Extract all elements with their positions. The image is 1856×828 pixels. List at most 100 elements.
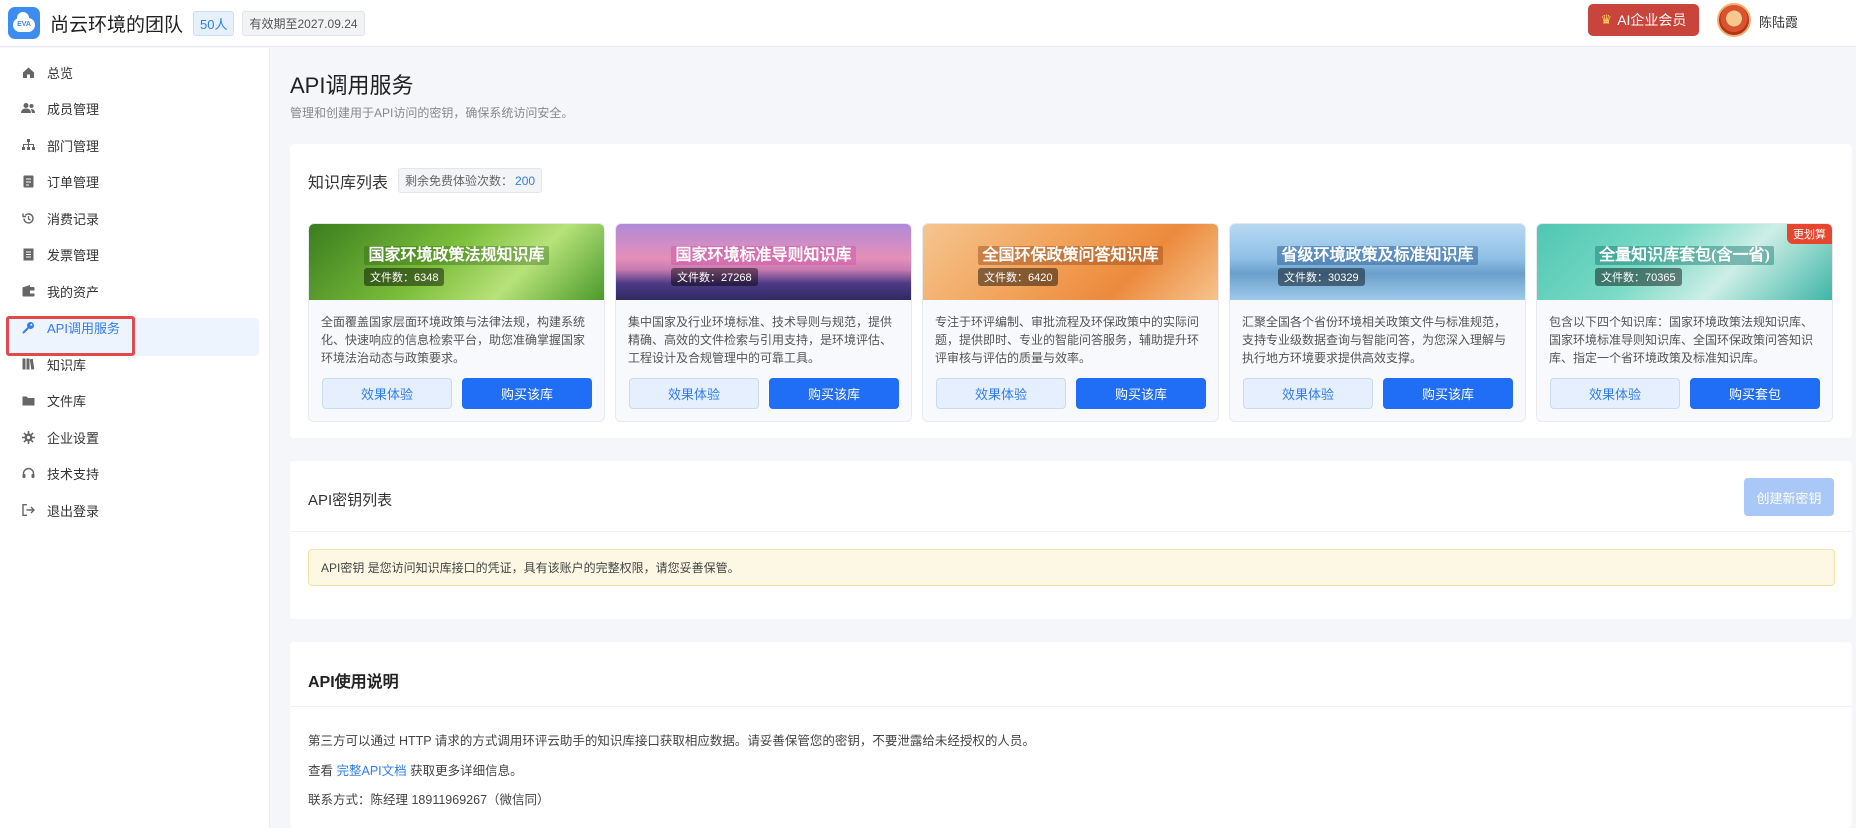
sidebar-item-label: 订单管理 — [47, 174, 100, 190]
kb-card-banner: 国家环境标准导则知识库 文件数：27268 — [616, 224, 911, 300]
kb-card-file-count: 文件数：70365 — [1595, 268, 1682, 286]
trial-count-badge: 剩余免费体验次数： 200 — [398, 168, 543, 193]
headset-icon — [21, 466, 35, 480]
doc-suffix: 获取更多详细信息。 — [406, 764, 523, 778]
kb-card-national-policy: 国家环境政策法规知识库 文件数：6348 全面覆盖国家层面环境政策与法律法规，构… — [308, 223, 605, 422]
sidebar-item-label: 知识库 — [47, 357, 87, 373]
top-header: EVA 尚云环境的团队 50人 有效期至2027.09.24 — [0, 0, 1856, 47]
ai-vip-button[interactable]: ♛ AI企业会员 — [1588, 4, 1699, 36]
history-icon — [21, 211, 35, 225]
page-title: API调用服务 — [290, 73, 414, 98]
kb-card-title-text: 国家环境标准导则知识库 — [671, 246, 856, 265]
kb-card-title-text: 全量知识库套包(含一省) — [1595, 246, 1774, 265]
buy-button[interactable]: 购买该库 — [462, 378, 592, 409]
kb-card-title: 全量知识库套包(含一省) — [1537, 241, 1832, 265]
buy-button[interactable]: 购买该库 — [769, 378, 899, 409]
kb-card-file-count: 文件数：30329 — [1278, 268, 1365, 286]
app-logo[interactable]: EVA — [8, 7, 40, 39]
buy-button[interactable]: 购买该库 — [1383, 378, 1513, 409]
sidebar-item-knowledge[interactable]: 知识库 — [0, 345, 270, 383]
sidebar-item-overview[interactable]: 总览 — [0, 53, 270, 91]
usage-doc-line: 查看 完整API文档 获取更多详细信息。 — [308, 760, 523, 779]
kb-card-file-count: 文件数：6348 — [364, 268, 445, 286]
usage-description: 第三方可以通过 HTTP 请求的方式调用环评云助手的知识库接口获取相应数据。请妥… — [308, 734, 1035, 748]
kb-card-title: 国家环境政策法规知识库 — [309, 241, 604, 265]
book-icon — [21, 357, 35, 371]
kb-card-file-count: 文件数：6420 — [978, 268, 1059, 286]
api-keys-title: API密钥列表 — [308, 492, 393, 509]
kb-card-title-text: 全国环保政策问答知识库 — [978, 246, 1163, 265]
buy-button[interactable]: 购买该库 — [1076, 378, 1206, 409]
page-subtitle: 管理和创建用于API访问的密钥，确保系统访问安全。 — [290, 106, 574, 120]
gear-icon — [21, 430, 35, 444]
create-key-button[interactable]: 创建新密钥 — [1744, 478, 1834, 516]
knowledge-list-title: 知识库列表 — [308, 174, 389, 192]
try-button[interactable]: 效果体验 — [322, 378, 452, 409]
kb-card-banner: 国家环境政策法规知识库 文件数：6348 — [309, 224, 604, 300]
sidebar-item-departments[interactable]: 部门管理 — [0, 126, 270, 164]
sidebar-item-logout[interactable]: 退出登录 — [0, 491, 270, 529]
sidebar-item-label: 发票管理 — [47, 247, 100, 263]
logo-text: EVA — [17, 21, 31, 28]
user-name[interactable]: 陈陆霞 — [1759, 12, 1798, 31]
kb-card-full-bundle: 全量知识库套包(含一省) 文件数：70365 更划算 包含以下四个知识库：国家环… — [1536, 223, 1833, 422]
sidebar-item-files[interactable]: 文件库 — [0, 381, 270, 419]
sidebar-item-label: 技术支持 — [47, 466, 100, 482]
sidebar-item-label: 退出登录 — [47, 503, 100, 519]
api-keys-panel: API密钥列表 创建新密钥 API密钥 是您访问知识库接口的凭证，具有该账户的完… — [290, 461, 1852, 619]
kb-card-provincial: 省级环境政策及标准知识库 文件数：30329 汇聚全国各个省份环境相关政策文件与… — [1229, 223, 1526, 422]
sidebar-item-members[interactable]: 成员管理 — [0, 89, 270, 127]
users-icon — [21, 101, 35, 115]
vip-label: AI企业会员 — [1617, 12, 1687, 28]
key-icon — [21, 320, 35, 334]
logout-icon — [21, 503, 35, 517]
api-doc-link[interactable]: 完整API文档 — [336, 764, 406, 778]
try-button[interactable]: 效果体验 — [1550, 378, 1680, 409]
team-name: 尚云环境的团队 — [50, 14, 184, 36]
sidebar: 总览 成员管理 部门管理 订单管理 消费记录 发票管理 我的资产 API调用服务… — [0, 48, 270, 828]
kb-card-description: 包含以下四个知识库：国家环境政策法规知识库、国家环境标准导则知识库、全国环保政策… — [1549, 315, 1814, 365]
try-button[interactable]: 效果体验 — [629, 378, 759, 409]
kb-card-national-standards: 国家环境标准导则知识库 文件数：27268 集中国家及行业环境标准、技术导则与规… — [615, 223, 912, 422]
wallet-icon — [21, 284, 35, 298]
kb-card-title: 全国环保政策问答知识库 — [923, 241, 1218, 265]
trial-label: 剩余免费体验次数： — [405, 174, 514, 188]
api-key-warning: API密钥 是您访问知识库接口的凭证，具有该账户的完整权限，请您妥善保管。 — [308, 549, 1835, 586]
sidebar-item-label: 企业设置 — [47, 430, 100, 446]
order-icon — [21, 174, 35, 188]
doc-prefix: 查看 — [308, 764, 337, 778]
sidebar-item-invoices[interactable]: 发票管理 — [0, 235, 270, 273]
kb-card-banner: 省级环境政策及标准知识库 文件数：30329 — [1230, 224, 1525, 300]
crown-icon: ♛ — [1600, 12, 1613, 27]
buy-bundle-button[interactable]: 购买套包 — [1690, 378, 1820, 409]
folder-icon — [21, 393, 35, 407]
kb-card-description: 专注于环评编制、审批流程及环保政策中的实际问题，提供即时、专业的智能问答服务，辅… — [935, 315, 1200, 365]
sidebar-item-assets[interactable]: 我的资产 — [0, 272, 270, 310]
sidebar-item-orders[interactable]: 订单管理 — [0, 162, 270, 200]
kb-card-banner: 全国环保政策问答知识库 文件数：6420 — [923, 224, 1218, 300]
sidebar-item-api-service[interactable]: API调用服务 — [0, 308, 270, 346]
sidebar-item-label: API调用服务 — [47, 320, 120, 336]
sidebar-item-label: 我的资产 — [47, 284, 100, 300]
avatar[interactable] — [1717, 3, 1751, 37]
home-icon — [21, 65, 35, 79]
divider — [290, 531, 1852, 532]
sidebar-item-settings[interactable]: 企业设置 — [0, 418, 270, 456]
sidebar-item-label: 文件库 — [47, 393, 87, 409]
cloud-icon: EVA — [13, 12, 35, 32]
expiry-badge: 有效期至2027.09.24 — [242, 10, 365, 36]
api-usage-panel: API使用说明 第三方可以通过 HTTP 请求的方式调用环评云助手的知识库接口获… — [290, 642, 1852, 828]
kb-card-policy-qa: 全国环保政策问答知识库 文件数：6420 专注于环评编制、审批流程及环保政策中的… — [922, 223, 1219, 422]
sidebar-item-consumption[interactable]: 消费记录 — [0, 199, 270, 237]
try-button[interactable]: 效果体验 — [1243, 378, 1373, 409]
kb-card-title-text: 省级环境政策及标准知识库 — [1277, 246, 1478, 265]
kb-card-banner: 全量知识库套包(含一省) 文件数：70365 更划算 — [1537, 224, 1832, 300]
trial-count: 200 — [515, 174, 536, 188]
knowledge-list-panel: 知识库列表 剩余免费体验次数： 200 国家环境政策法规知识库 文件数：6348 … — [290, 144, 1852, 438]
org-icon — [21, 138, 35, 152]
sidebar-item-support[interactable]: 技术支持 — [0, 454, 270, 492]
kb-card-title-text: 国家环境政策法规知识库 — [364, 246, 549, 265]
try-button[interactable]: 效果体验 — [936, 378, 1066, 409]
kb-card-description: 汇聚全国各个省份环境相关政策文件与标准规范，支持专业级数据查询与智能问答，为您深… — [1242, 315, 1507, 365]
sidebar-item-label: 总览 — [47, 65, 74, 81]
